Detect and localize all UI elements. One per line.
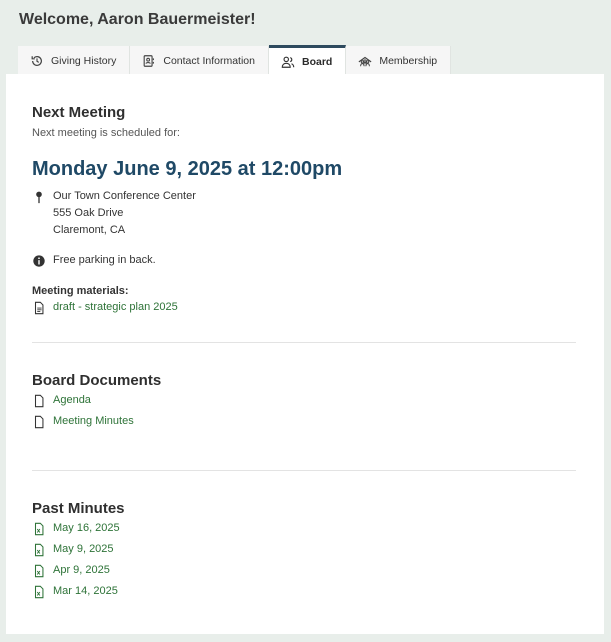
parking-info-text: Free parking in back. <box>53 254 156 266</box>
spreadsheet-file-icon <box>32 564 46 578</box>
board-documents-title: Board Documents <box>32 372 162 389</box>
meeting-location: Our Town Conference Center 555 Oak Drive… <box>32 190 196 239</box>
past-minutes-title: Past Minutes <box>32 500 125 517</box>
tab-board[interactable]: Board <box>269 45 347 75</box>
minutes-item[interactable]: May 9, 2025 <box>32 543 114 557</box>
location-line-1: Our Town Conference Center <box>53 190 196 202</box>
meeting-date: Monday June 9, 2025 at 12:00pm <box>32 158 343 180</box>
tab-membership[interactable]: Membership <box>346 46 452 75</box>
file-icon <box>32 394 46 408</box>
materials-label: Meeting materials: <box>32 285 129 297</box>
location-line-3: Claremont, CA <box>53 224 126 236</box>
tab-label: Giving History <box>51 54 117 67</box>
minutes-link[interactable]: Apr 9, 2025 <box>53 564 110 576</box>
tab-label: Board <box>302 55 333 68</box>
next-meeting-subtitle: Next meeting is scheduled for: <box>32 127 180 139</box>
document-link[interactable]: Meeting Minutes <box>53 415 134 427</box>
minutes-link[interactable]: Mar 14, 2025 <box>53 585 118 597</box>
parking-info: Free parking in back. <box>32 254 156 268</box>
contact-card-icon <box>142 54 156 68</box>
minutes-item[interactable]: May 16, 2025 <box>32 522 120 536</box>
location-line-2: 555 Oak Drive <box>53 207 124 219</box>
info-icon <box>32 254 46 268</box>
material-link[interactable]: draft - strategic plan 2025 <box>53 301 178 313</box>
section-divider <box>32 470 576 471</box>
spreadsheet-file-icon <box>32 543 46 557</box>
minutes-item[interactable]: Apr 9, 2025 <box>32 564 110 578</box>
welcome-heading: Welcome, Aaron Bauermeister! <box>19 11 256 28</box>
map-pin-icon <box>32 190 46 204</box>
document-item[interactable]: Meeting Minutes <box>32 415 134 429</box>
tab-contact-information[interactable]: Contact Information <box>130 46 269 75</box>
history-icon <box>30 54 44 68</box>
spreadsheet-file-icon <box>32 585 46 599</box>
tab-bar: Giving History Contact Information Board… <box>18 45 452 75</box>
membership-icon <box>358 54 372 68</box>
tab-giving-history[interactable]: Giving History <box>18 46 131 75</box>
minutes-link[interactable]: May 16, 2025 <box>53 522 120 534</box>
tab-label: Membership <box>379 54 438 67</box>
document-link[interactable]: Agenda <box>53 394 91 406</box>
document-item[interactable]: Agenda <box>32 394 91 408</box>
minutes-link[interactable]: May 9, 2025 <box>53 543 114 555</box>
material-item[interactable]: draft - strategic plan 2025 <box>32 301 178 315</box>
board-panel: Next Meeting Next meeting is scheduled f… <box>6 74 604 634</box>
people-icon <box>281 55 295 69</box>
section-divider <box>32 342 576 343</box>
minutes-item[interactable]: Mar 14, 2025 <box>32 585 118 599</box>
tab-label: Contact Information <box>163 54 255 67</box>
spreadsheet-file-icon <box>32 522 46 536</box>
next-meeting-title: Next Meeting <box>32 104 126 121</box>
document-icon <box>32 301 46 315</box>
file-icon <box>32 415 46 429</box>
